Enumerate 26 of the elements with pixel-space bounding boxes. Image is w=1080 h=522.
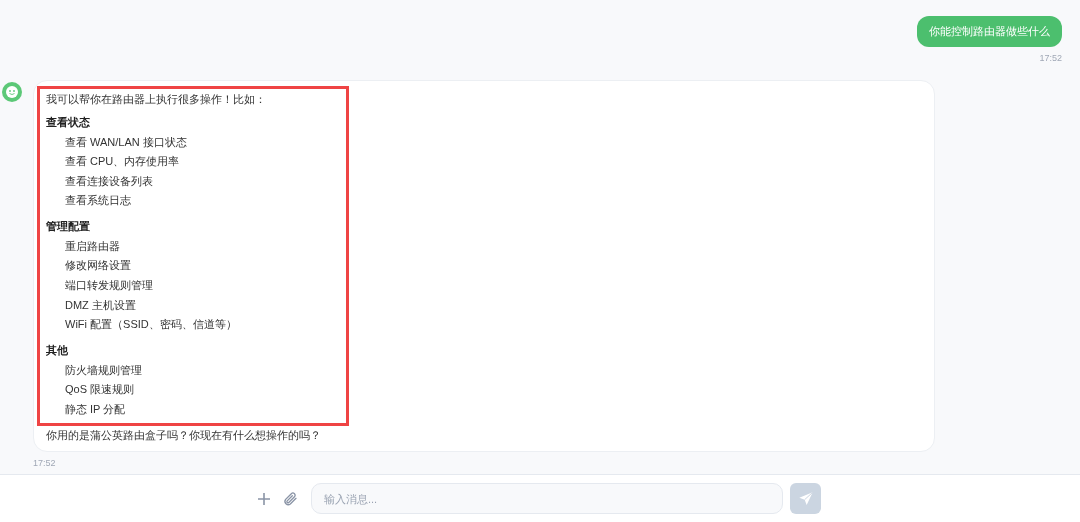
user-message: 你能控制路由器做些什么 — [917, 16, 1062, 47]
message-time: 17:52 — [1039, 52, 1062, 65]
list-item: WiFi 配置（SSID、密码、信道等） — [64, 317, 238, 333]
list-item: QoS 限速规则 — [64, 382, 136, 398]
send-button[interactable] — [790, 483, 821, 514]
section-heading: 其他 — [46, 342, 69, 358]
message-time: 17:52 — [33, 456, 56, 470]
list-item: 查看系统日志 — [64, 193, 132, 209]
section-heading: 管理配置 — [46, 218, 91, 234]
send-icon — [797, 490, 814, 507]
message-text: 你用的是蒲公英路由盒子吗？你现在有什么想操作的吗？ — [45, 427, 322, 443]
message-input[interactable]: 输入消息... — [311, 483, 783, 514]
list-item: 修改网络设置 — [64, 258, 132, 274]
list-item: DMZ 主机设置 — [64, 297, 137, 313]
list-item: 重启路由器 — [64, 238, 121, 254]
plus-icon[interactable] — [256, 490, 272, 507]
paperclip-icon[interactable] — [282, 490, 298, 507]
section-heading: 查看状态 — [46, 114, 91, 130]
list-item: 防火墙规则管理 — [64, 362, 143, 378]
list-item: 端口转发规则管理 — [64, 278, 154, 294]
list-item: 查看 WAN/LAN 接口状态 — [64, 134, 188, 150]
list-item: 静态 IP 分配 — [64, 402, 127, 418]
list-item: 查看连接设备列表 — [64, 173, 154, 189]
bot-avatar-icon — [2, 81, 22, 102]
list-item: 查看 CPU、内存使用率 — [64, 154, 181, 170]
message-text: 我可以帮你在路由器上执行很多操作！比如： — [46, 91, 267, 107]
